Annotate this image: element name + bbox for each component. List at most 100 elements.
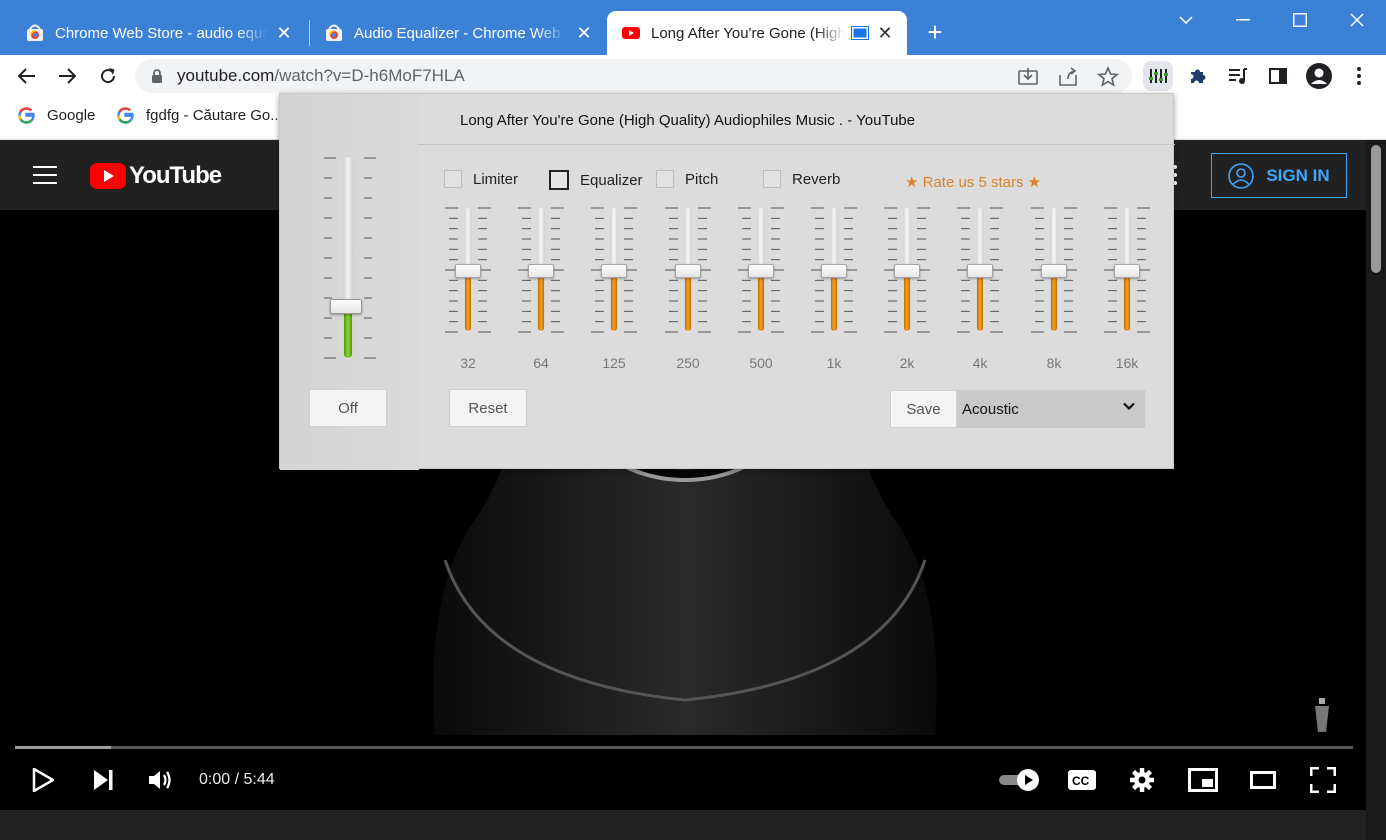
subtitles-icon[interactable]: CC <box>1064 762 1100 798</box>
band-frequency-label: 125 <box>602 355 626 371</box>
tab-youtube-active[interactable]: Long After You're Gone (High Q ✕ <box>607 11 907 55</box>
video-progress-bar[interactable] <box>15 746 1353 749</box>
band-slider-500[interactable] <box>736 205 786 335</box>
bookmark-fgdfg[interactable]: fgdfg - Căutare Go... <box>117 107 283 124</box>
forward-icon[interactable] <box>52 61 82 91</box>
address-bar[interactable]: youtube.com/watch?v=D-h6MoF7HLA <box>135 59 1132 93</box>
play-icon[interactable] <box>25 762 61 798</box>
lock-icon[interactable] <box>151 69 163 84</box>
equalizer-extension-icon[interactable] <box>1143 61 1173 91</box>
reset-button[interactable]: Reset <box>449 389 527 427</box>
rate-us-link[interactable]: ★ Rate us 5 stars ★ <box>905 173 1041 191</box>
checkbox-box[interactable] <box>549 170 569 190</box>
band-fill <box>1124 271 1130 331</box>
page-scrollbar[interactable] <box>1366 140 1386 840</box>
band-slider-32[interactable] <box>443 205 493 335</box>
equalizer-checkbox[interactable]: Equalizer <box>549 170 643 190</box>
miniplayer-icon[interactable] <box>1185 762 1221 798</box>
theater-mode-icon[interactable] <box>1245 762 1281 798</box>
pitch-checkbox[interactable]: Pitch <box>656 170 718 188</box>
minimize-icon[interactable] <box>1223 8 1263 32</box>
checkbox-box[interactable] <box>763 170 781 188</box>
tab-chrome-web-store-search[interactable]: Chrome Web Store - audio equal ✕ <box>11 11 306 55</box>
band-slider-1k[interactable] <box>809 205 859 335</box>
band-handle[interactable] <box>601 264 627 278</box>
band-slider-4k[interactable] <box>955 205 1005 335</box>
volume-icon[interactable] <box>143 762 179 798</box>
settings-gear-icon[interactable] <box>1124 762 1160 798</box>
band-slider-64[interactable] <box>516 205 566 335</box>
band-handle[interactable] <box>455 264 481 278</box>
tab-title: Audio Equalizer - Chrome Web St <box>354 24 568 42</box>
close-window-icon[interactable] <box>1337 8 1377 32</box>
sign-in-label: SIGN IN <box>1266 165 1330 185</box>
account-icon <box>1228 162 1255 189</box>
channel-watermark-icon[interactable] <box>1311 698 1333 734</box>
back-icon[interactable] <box>12 61 42 91</box>
reverb-checkbox[interactable]: Reverb <box>763 170 840 188</box>
youtube-logo[interactable]: YouTube <box>90 162 222 190</box>
hamburger-menu-icon[interactable] <box>33 166 57 184</box>
band-slider-2k[interactable] <box>882 205 932 335</box>
preset-value: Acoustic <box>962 400 1019 418</box>
chevron-down-icon <box>1123 402 1135 411</box>
volume-slider[interactable] <box>318 154 378 362</box>
save-preset-button[interactable]: Save <box>890 390 957 428</box>
band-handle[interactable] <box>748 264 774 278</box>
reload-icon[interactable] <box>93 61 123 91</box>
tab-audio-equalizer-store[interactable]: Audio Equalizer - Chrome Web St ✕ <box>310 11 606 55</box>
band-handle[interactable] <box>967 264 993 278</box>
profile-avatar-icon[interactable] <box>1304 61 1334 91</box>
band-handle[interactable] <box>894 264 920 278</box>
bookmark-label: fgdfg - Căutare Go... <box>146 107 283 124</box>
scrollbar-thumb[interactable] <box>1371 145 1381 273</box>
chrome-web-store-icon <box>326 24 342 41</box>
page-bottom <box>0 810 1366 840</box>
tab-search-icon[interactable] <box>1166 8 1206 32</box>
sign-in-button[interactable]: SIGN IN <box>1211 153 1347 198</box>
install-app-icon[interactable] <box>1017 66 1039 88</box>
band-handle[interactable] <box>1114 264 1140 278</box>
volume-handle[interactable] <box>330 298 362 314</box>
share-icon[interactable] <box>1057 66 1079 88</box>
side-panel-icon[interactable] <box>1263 61 1293 91</box>
band-frequency-label: 2k <box>899 355 915 371</box>
media-control-icon[interactable] <box>1223 61 1253 91</box>
close-tab-icon[interactable]: ✕ <box>574 23 594 43</box>
checkbox-box[interactable] <box>656 170 674 188</box>
new-tab-button[interactable]: + <box>921 19 949 47</box>
close-tab-icon[interactable]: ✕ <box>875 23 895 43</box>
band-slider-16k[interactable] <box>1102 205 1152 335</box>
band-slider-125[interactable] <box>589 205 639 335</box>
band-fill <box>538 271 544 331</box>
extensions-puzzle-icon[interactable] <box>1183 61 1213 91</box>
autoplay-toggle-icon[interactable] <box>997 762 1043 798</box>
band-handle[interactable] <box>821 264 847 278</box>
band-frequency-label: 32 <box>460 355 476 371</box>
bookmark-google[interactable]: Google <box>18 107 95 124</box>
bookmark-star-icon[interactable] <box>1097 66 1119 88</box>
band-slider-250[interactable] <box>663 205 713 335</box>
limiter-checkbox[interactable]: Limiter <box>444 170 518 188</box>
band-frequency-label: 4k <box>972 355 988 371</box>
band-frequency-label: 250 <box>676 355 700 371</box>
google-icon <box>117 107 134 124</box>
fullscreen-icon[interactable] <box>1305 762 1341 798</box>
checkbox-label: Pitch <box>685 170 719 188</box>
preset-select[interactable]: Acoustic <box>957 390 1145 428</box>
chrome-menu-icon[interactable] <box>1344 61 1374 91</box>
volume-fill <box>344 306 352 358</box>
checkbox-box[interactable] <box>444 170 462 188</box>
band-fill <box>465 271 471 331</box>
band-handle[interactable] <box>1041 264 1067 278</box>
close-tab-icon[interactable]: ✕ <box>274 23 294 43</box>
next-video-icon[interactable] <box>85 762 121 798</box>
band-slider-8k[interactable] <box>1029 205 1079 335</box>
browser-window: Chrome Web Store - audio equal ✕ Audio E… <box>0 0 1386 840</box>
checkbox-label: Reverb <box>792 170 841 188</box>
band-handle[interactable] <box>528 264 554 278</box>
band-fill <box>685 271 691 331</box>
off-button[interactable]: Off <box>309 389 387 427</box>
band-handle[interactable] <box>675 264 701 278</box>
maximize-icon[interactable] <box>1280 8 1320 32</box>
